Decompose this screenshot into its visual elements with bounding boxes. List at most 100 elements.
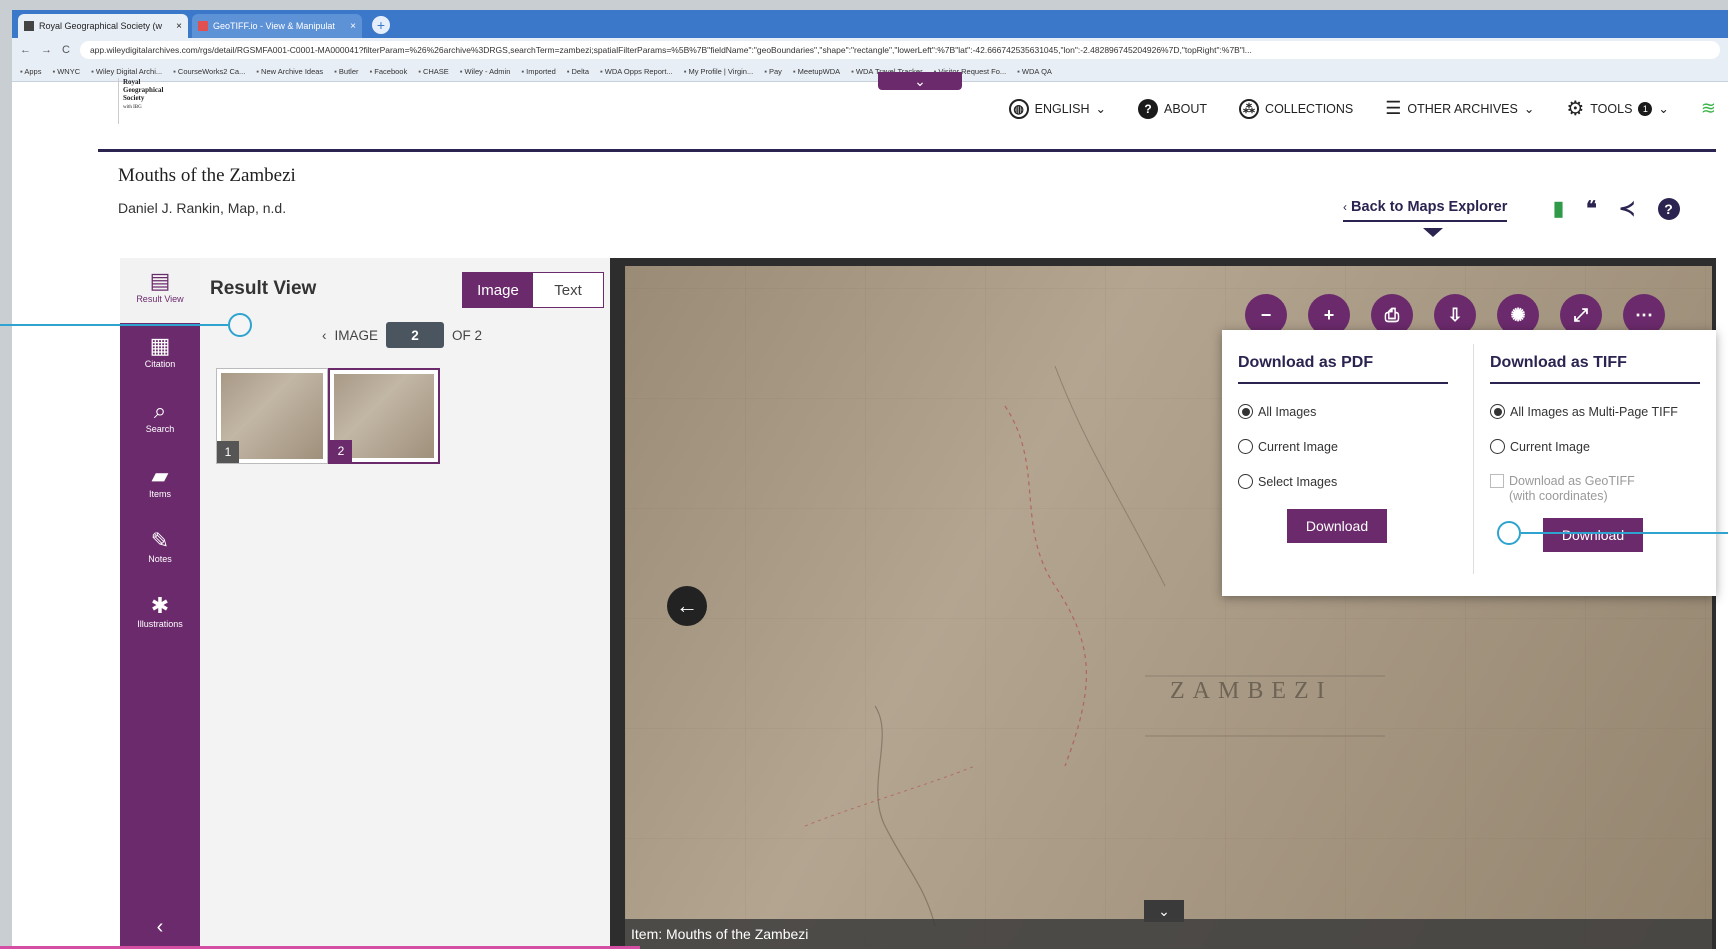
forward-icon[interactable]: → [41,44,52,56]
new-tab-button[interactable]: + [372,16,390,34]
rail-label: Citation [144,359,176,369]
tools-badge: 1 [1638,101,1653,116]
pdf-option-select-images[interactable]: Select Images [1238,474,1448,489]
download-popup: Download as PDF All Images Current Image… [1222,330,1716,596]
back-link-label: Back to Maps Explorer [1351,199,1508,215]
cite-quote-icon[interactable]: ❝ [1586,196,1597,221]
folder-icon: ▰ [151,463,169,488]
nav-tools[interactable]: ⚙ TOOLS 1 ⌄ [1566,96,1669,121]
tiff-download-button[interactable]: Download [1543,518,1643,552]
collections-icon: ⁂ [1239,98,1260,119]
nav-english[interactable]: ◍ ENGLISH ⌄ [1008,98,1106,119]
document-icon: ▤ [149,268,171,293]
nav-label: TOOLS [1590,101,1633,116]
chevron-left-icon[interactable]: ‹ [322,328,327,343]
back-to-maps-explorer-link[interactable]: ‹ Back to Maps Explorer [1343,199,1508,222]
page-number-input[interactable]: 2 [386,322,445,348]
item-caption-bar: Item: Mouths of the Zambezi [625,919,1712,949]
tiff-option-multi-page[interactable]: All Images as Multi-Page TIFF [1490,404,1700,419]
page-title: Mouths of the Zambezi [118,165,296,186]
site-header: Royal Geographical Society with IBG ⌄ ◍ … [98,72,1716,152]
geotiff-option[interactable]: Download as GeoTIFF (with coordinates) [1490,474,1700,504]
logo-line: Geographical [123,86,164,94]
nav-label: ABOUT [1163,101,1208,116]
radio-button[interactable] [1490,404,1505,419]
left-rail: ▤ Result View ▦ Citation ⌕ Search ▰ Item… [120,258,200,949]
nav-label: ENGLISH [1034,101,1090,116]
rgs-logo[interactable]: Royal Geographical Society with IBG [118,78,180,124]
rail-label: Search [145,424,175,434]
pdf-option-all-images[interactable]: All Images [1238,404,1448,419]
palette-icon: ✱ [150,593,170,618]
globe-icon: ◍ [1008,98,1029,119]
list-icon: ☰ [1385,98,1402,118]
question-icon: ? [1137,98,1158,119]
rail-collapse-button[interactable]: ‹ [120,916,200,939]
bookmark[interactable]: Apps [20,67,41,76]
rail-label: Illustrations [137,619,183,629]
rail-label: Notes [148,554,172,564]
logo-line: Royal [123,78,141,86]
nav-about[interactable]: ? ABOUT [1137,98,1208,119]
thumbnail-2[interactable]: 2 [328,368,440,464]
url-bar[interactable]: app.wileydigitalarchives.com/rgs/detail/… [79,41,1720,59]
pdf-heading: Download as PDF [1238,354,1448,384]
rail-items[interactable]: ▰ Items [120,453,200,518]
nav-collections[interactable]: ⁂ COLLECTIONS [1239,98,1353,119]
item-caption: Item: Mouths of the Zambezi [631,926,809,942]
title-actions: ▮ ❝ ≺ ? [1553,196,1680,221]
tab-close-icon[interactable]: × [176,21,182,32]
chevron-down-icon: ⌄ [1658,102,1669,116]
chevron-down-icon: ⌄ [1523,102,1535,116]
nav-other-archives[interactable]: ☰ OTHER ARCHIVES ⌄ [1385,98,1534,119]
radio-button[interactable] [1238,439,1253,454]
chevron-down-icon: ⌄ [1095,102,1106,116]
radio-button[interactable] [1490,439,1505,454]
rail-notes[interactable]: ✎ Notes [120,518,200,583]
geotiff-label-main: Download as GeoTIFF [1509,474,1635,488]
view-mode-toggle: Image Text [462,272,604,308]
rail-citation[interactable]: ▦ Citation [120,323,200,388]
search-icon: ⌕ [153,398,167,423]
reload-icon[interactable]: C [62,44,70,56]
rail-search[interactable]: ⌕ Search [120,388,200,453]
geotiff-checkbox[interactable] [1490,474,1504,488]
pdf-option-current-image[interactable]: Current Image [1238,439,1448,454]
export-document-icon[interactable]: ▮ [1553,196,1564,221]
option-label: Current Image [1258,439,1338,454]
back-icon[interactable]: ← [20,44,31,56]
tiff-heading: Download as TIFF [1490,354,1700,384]
chevron-down-icon: ⌄ [914,72,926,89]
rail-illustrations[interactable]: ✱ Illustrations [120,583,200,648]
url-text: app.wileydigitalarchives.com/rgs/detail/… [89,45,1252,55]
radio-button[interactable] [1238,404,1253,419]
result-view-panel: Result View Image Text ‹ IMAGE 2 OF 2 1 … [200,258,610,949]
tab-favicon-icon [198,21,208,31]
pdf-download-button[interactable]: Download [1287,509,1387,543]
thumbnail-number: 2 [330,440,352,462]
callout-line-right [1521,532,1728,534]
pager-prefix: IMAGE [334,327,379,343]
chevron-left-icon: ‹ [1343,200,1347,214]
rail-label: Result View [136,294,184,304]
tab-geotiff[interactable]: GeoTIFF.io - View & Manipulat × [192,14,362,38]
callout-marker-left [228,313,252,337]
image-toggle-button[interactable]: Image [463,273,533,307]
rail-result-view[interactable]: ▤ Result View [120,258,200,323]
citation-icon: ▦ [149,333,171,358]
tab-rgs[interactable]: Royal Geographical Society (w × [18,14,188,38]
nav-label: OTHER ARCHIVES [1407,101,1518,116]
map-label-zambezi: ZAMBEZI [1170,678,1333,704]
share-icon[interactable]: ≺ [1619,196,1636,221]
tab-close-icon[interactable]: × [350,21,356,32]
header-expand-handle[interactable]: ⌄ [878,72,962,90]
previous-image-arrow-icon[interactable]: ← [667,586,707,626]
tab-title: Royal Geographical Society (w [39,21,163,31]
bookmark[interactable]: WNYC [52,67,80,76]
help-icon[interactable]: ? [1657,197,1680,220]
tiff-option-current-image[interactable]: Current Image [1490,439,1700,454]
radio-button[interactable] [1238,474,1253,489]
thumbnail-1[interactable]: 1 [216,368,328,464]
pager-total: OF 2 [452,327,483,343]
text-toggle-button[interactable]: Text [533,273,603,307]
